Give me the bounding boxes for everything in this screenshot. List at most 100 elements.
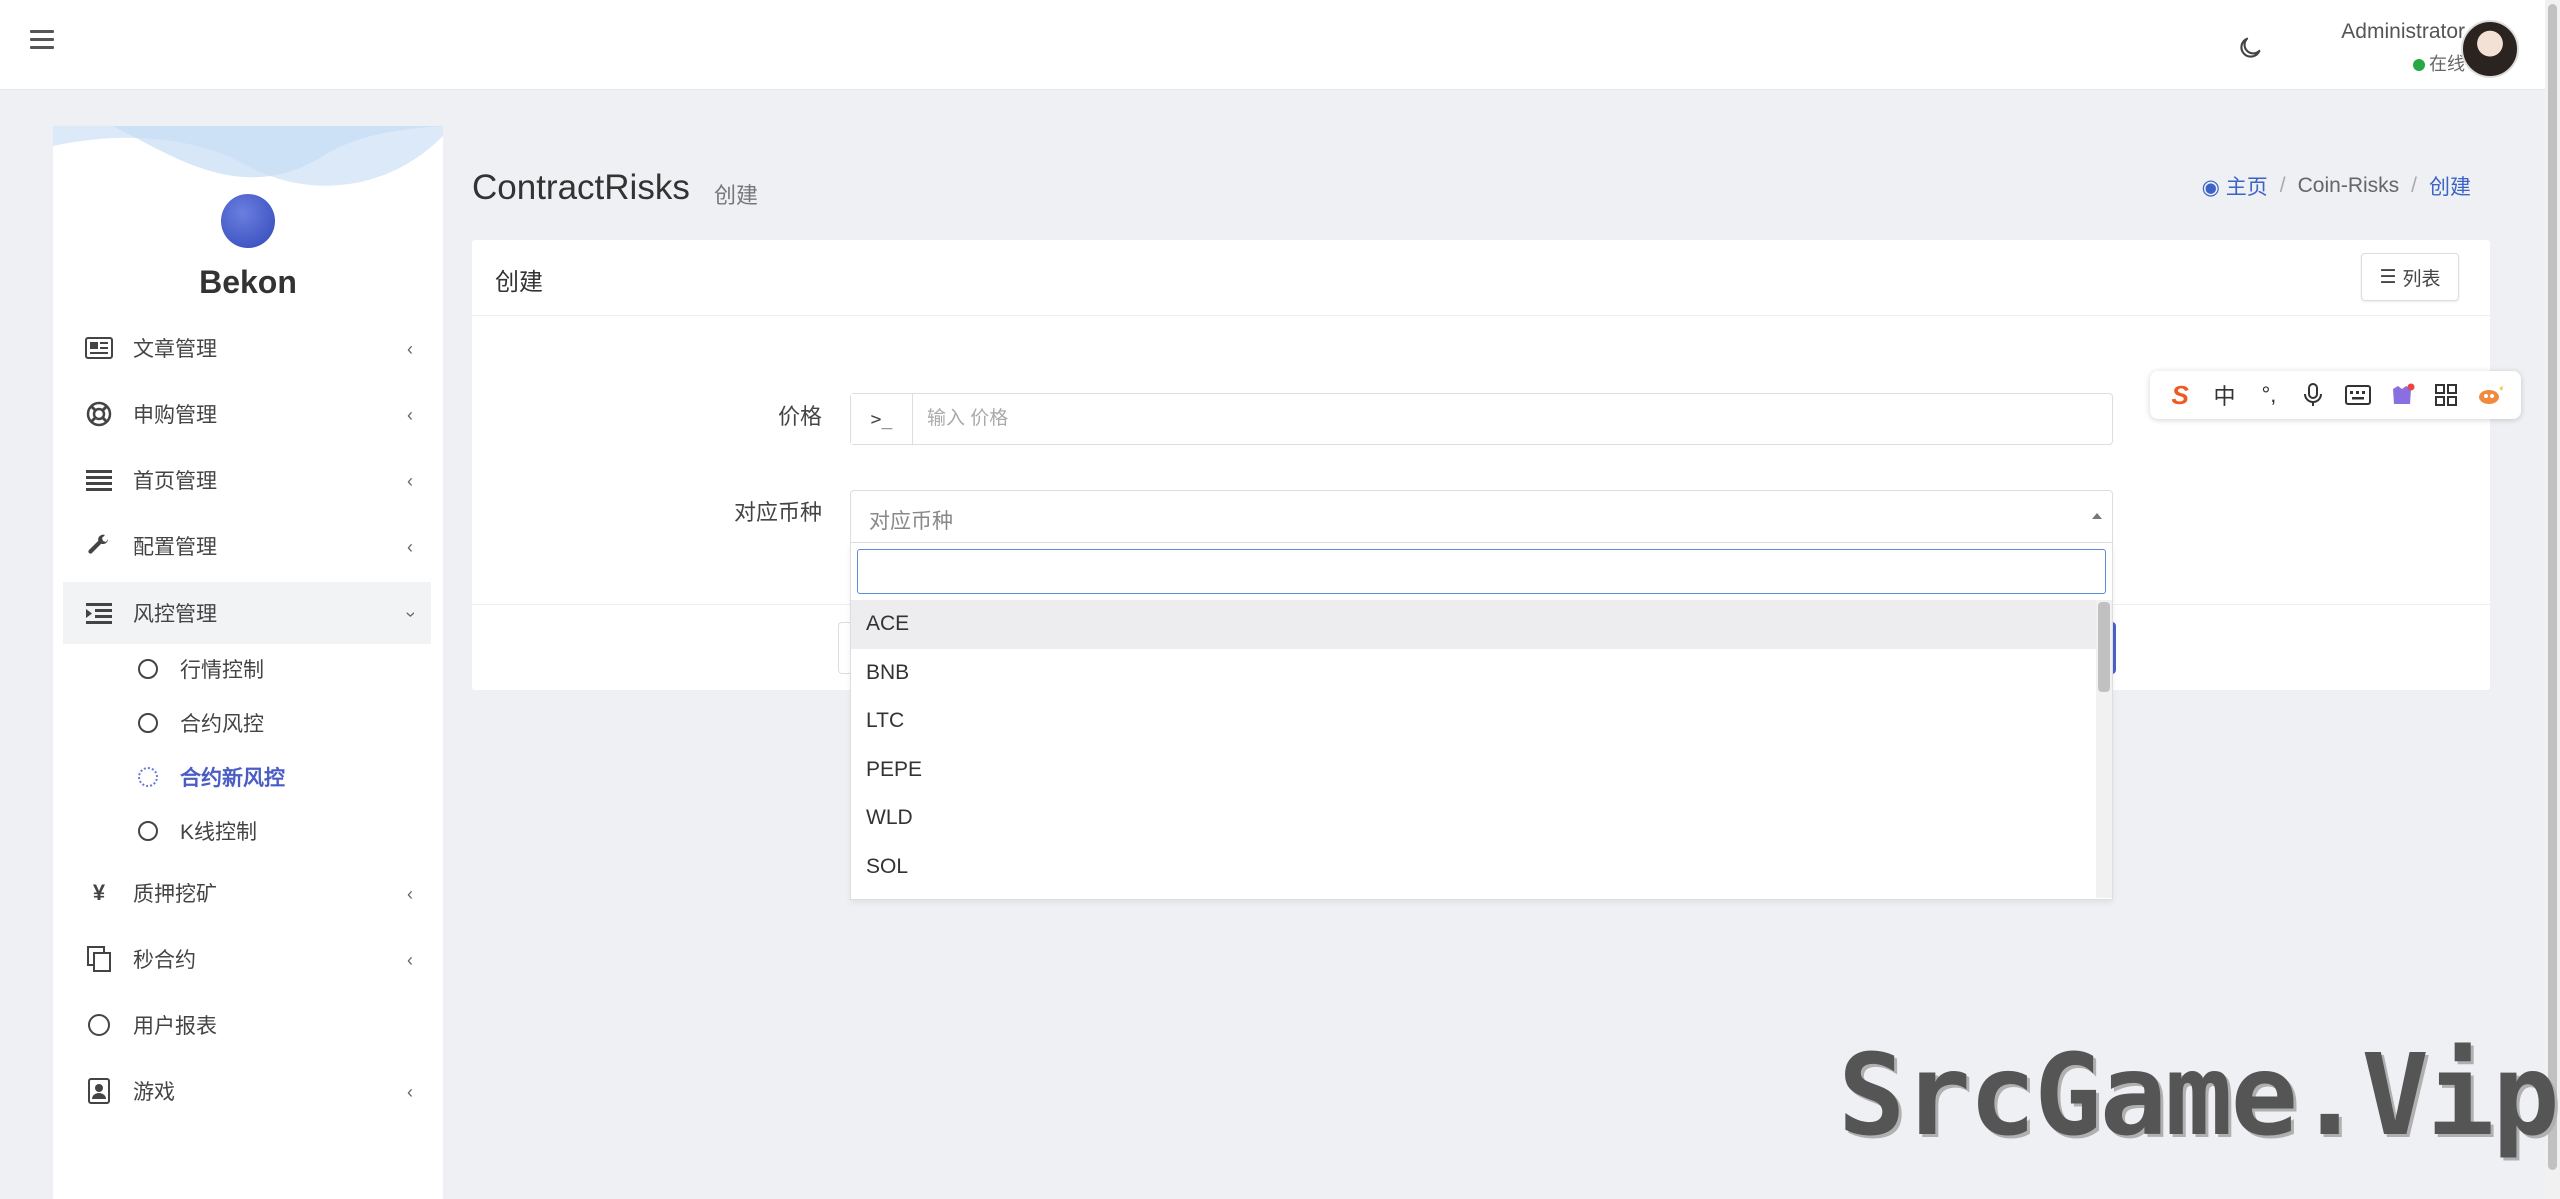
sidebar-item-games[interactable]: 游戏 ‹ xyxy=(63,1060,431,1122)
sidebar-item-homepage[interactable]: 首页管理 ‹ xyxy=(63,449,431,511)
id-card-icon xyxy=(85,1077,113,1105)
dropdown-scrollbar-thumb[interactable] xyxy=(2098,602,2110,692)
sidebar-item-label: 用户报表 xyxy=(133,1015,217,1038)
breadcrumb-current[interactable]: 创建 xyxy=(2429,171,2471,201)
user-name: Administrator xyxy=(2341,20,2465,43)
breadcrumb-home-label: 主页 xyxy=(2225,176,2268,199)
mascot-icon[interactable] xyxy=(2475,379,2507,411)
sidebar-subitem-contract-new-risk[interactable]: 合约新风控 xyxy=(138,757,285,797)
ime-mode-toggle[interactable]: 中 xyxy=(2209,379,2241,411)
brand-name: Bekon xyxy=(199,264,297,300)
chevron-left-icon: ‹ xyxy=(407,1082,413,1102)
sidebar-subitem-label: K线控制 xyxy=(180,821,258,844)
circle-icon xyxy=(85,1011,113,1039)
coin-option[interactable]: SOL xyxy=(851,843,2096,892)
circle-icon xyxy=(138,821,158,841)
terminal-icon: >_ xyxy=(851,394,913,444)
circle-icon xyxy=(138,713,158,733)
online-status-dot xyxy=(2413,59,2425,71)
indent-icon xyxy=(85,599,113,627)
coin-select-placeholder: 对应币种 xyxy=(869,510,953,533)
list-icon: ☰ xyxy=(2379,266,2397,288)
user-status-text: 在线 xyxy=(2429,54,2465,74)
circle-icon xyxy=(138,659,158,679)
coin-option[interactable]: BNB xyxy=(851,649,2096,698)
sidebar-subitem-label: 合约风控 xyxy=(180,713,264,736)
grid-apps-icon[interactable] xyxy=(2430,379,2462,411)
sidebar-item-label: 秒合约 xyxy=(133,949,196,972)
wrench-icon xyxy=(85,532,113,560)
card-title: 创建 xyxy=(495,269,543,296)
sidebar-subitem-label: 行情控制 xyxy=(180,659,264,682)
coin-select[interactable]: 对应币种 xyxy=(850,490,2113,543)
coin-label: 对应币种 xyxy=(733,500,822,525)
list-icon xyxy=(85,466,113,494)
chevron-left-icon: ‹ xyxy=(407,950,413,970)
spinner-icon xyxy=(138,767,158,787)
sidebar-item-risk-control[interactable]: 风控管理 ‹ xyxy=(63,582,431,644)
caret-up-icon xyxy=(2092,513,2102,519)
sidebar-item-subscription[interactable]: 申购管理 ‹ xyxy=(63,383,431,445)
breadcrumb-separator: / xyxy=(2279,174,2286,197)
breadcrumb-home[interactable]: ◉ 主页 xyxy=(2202,171,2268,201)
sidebar-subitem-contract-risk[interactable]: 合约风控 xyxy=(138,703,264,743)
chevron-left-icon: ‹ xyxy=(407,884,413,904)
newspaper-icon xyxy=(85,334,113,362)
price-input[interactable] xyxy=(913,394,2112,444)
sidebar-item-label: 首页管理 xyxy=(133,470,217,493)
coin-search-input[interactable] xyxy=(857,549,2106,594)
copy-icon xyxy=(85,945,113,973)
sidebar-item-second-contract[interactable]: 秒合约 ‹ xyxy=(63,928,431,990)
sidebar-subitem-label: 合约新风控 xyxy=(180,767,285,790)
sidebar: Bekon 文章管理 ‹ 申购管理 ‹ 首页管理 ‹ 配置管理 ‹ 风控管理 ‹ xyxy=(53,126,443,1199)
breadcrumb-section: Coin-Risks xyxy=(2297,174,2400,197)
chevron-left-icon: ‹ xyxy=(407,537,413,557)
sidebar-item-staking[interactable]: ¥ 质押挖矿 ‹ xyxy=(63,862,431,924)
watermark: SrcGame.Vip xyxy=(1838,1031,2560,1161)
sidebar-subitem-market-control[interactable]: 行情控制 xyxy=(138,649,264,689)
chevron-left-icon: ‹ xyxy=(407,339,413,359)
coin-options-list: ACE BNB LTC PEPE WLD SOL xyxy=(851,600,2096,898)
menu-toggle-icon[interactable] xyxy=(30,30,54,54)
list-button[interactable]: ☰ 列表 xyxy=(2361,253,2459,301)
page-scrollbar-thumb[interactable] xyxy=(2548,4,2557,1170)
coin-option[interactable]: ACE xyxy=(851,600,2096,649)
sidebar-item-label: 风控管理 xyxy=(133,603,217,626)
ime-punctuation-toggle[interactable]: °, xyxy=(2253,379,2285,411)
skin-icon[interactable] xyxy=(2386,379,2418,411)
sidebar-item-label: 游戏 xyxy=(133,1081,175,1104)
breadcrumb-separator: / xyxy=(2411,174,2417,197)
sidebar-item-articles[interactable]: 文章管理 ‹ xyxy=(63,317,431,379)
coin-option[interactable]: WLD xyxy=(851,794,2096,843)
chevron-left-icon: ‹ xyxy=(407,405,413,425)
sidebar-item-config[interactable]: 配置管理 ‹ xyxy=(63,515,431,577)
avatar[interactable] xyxy=(2461,20,2519,78)
sogou-logo-icon[interactable]: S xyxy=(2164,379,2196,411)
dark-mode-toggle-icon[interactable] xyxy=(2236,34,2264,62)
top-navbar: Administrator 在线 xyxy=(0,0,2545,90)
price-input-group: >_ xyxy=(850,393,2113,445)
yen-icon: ¥ xyxy=(92,880,106,905)
coin-option[interactable]: LTC xyxy=(851,697,2096,746)
brand-logo xyxy=(221,194,275,248)
dashboard-icon: ◉ xyxy=(2201,176,2220,199)
coin-dropdown: ACE BNB LTC PEPE WLD SOL xyxy=(850,543,2113,900)
coin-option[interactable]: PEPE xyxy=(851,746,2096,795)
sidebar-subitem-kline-control[interactable]: K线控制 xyxy=(138,811,257,851)
user-status: 在线 xyxy=(2341,50,2465,76)
ime-toolbar: S 中 °, xyxy=(2150,371,2521,419)
sidebar-item-label: 文章管理 xyxy=(133,338,217,361)
card-header: 创建 ☰ 列表 xyxy=(472,240,2490,316)
user-info[interactable]: Administrator 在线 xyxy=(2341,20,2465,76)
list-button-label: 列表 xyxy=(2402,268,2441,290)
chevron-down-icon: ‹ xyxy=(399,611,420,618)
life-ring-icon xyxy=(85,400,113,428)
breadcrumb: ◉ 主页 / Coin-Risks / 创建 xyxy=(2202,171,2471,201)
microphone-icon[interactable] xyxy=(2297,379,2329,411)
sidebar-item-label: 申购管理 xyxy=(133,404,217,427)
keyboard-icon[interactable] xyxy=(2342,379,2374,411)
sidebar-item-user-report[interactable]: 用户报表 xyxy=(63,994,431,1056)
price-label: 价格 xyxy=(777,404,822,429)
sidebar-item-label: 质押挖矿 xyxy=(133,883,217,906)
sidebar-item-label: 配置管理 xyxy=(133,536,217,559)
